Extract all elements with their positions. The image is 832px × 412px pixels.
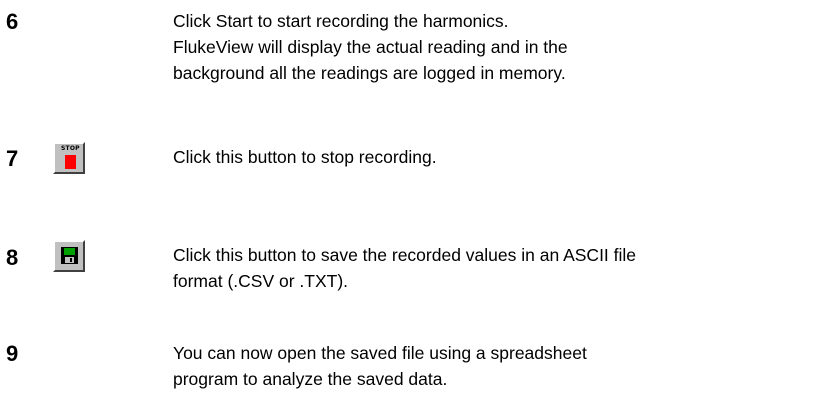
step-text-line: Click Start to start recording the harmo… <box>173 11 509 31</box>
step-number: 7 <box>6 146 19 171</box>
step-text-line: format (.CSV or .TXT). <box>173 271 349 291</box>
stop-record-icon: STOP <box>53 142 85 174</box>
step-text-line: Click this button to save the recorded v… <box>173 245 637 265</box>
step-text-line: background all the readings are logged i… <box>173 63 566 83</box>
step-text-line: You can now open the saved file using a … <box>173 343 587 363</box>
floppy-disk-icon <box>61 247 78 264</box>
step-text: Click this button to save the recorded v… <box>173 242 813 294</box>
step-text: Click Start to start recording the harmo… <box>173 8 813 86</box>
step-number: 9 <box>6 341 19 366</box>
step-text: You can now open the saved file using a … <box>173 340 813 392</box>
stop-icon-label: STOP <box>61 145 80 152</box>
step-number: 6 <box>6 9 19 34</box>
step-number: 8 <box>6 245 19 270</box>
stop-square-icon <box>65 155 76 169</box>
step-text: Click this button to stop recording. <box>173 144 813 170</box>
save-disk-icon <box>53 240 85 272</box>
step-text-line: program to analyze the saved data. <box>173 369 448 389</box>
step-text-line: FlukeView will display the actual readin… <box>173 37 568 57</box>
step-text-line: Click this button to stop recording. <box>173 147 437 167</box>
document-page: { "steps": [ { "number": "6", "lines": [… <box>0 0 832 412</box>
